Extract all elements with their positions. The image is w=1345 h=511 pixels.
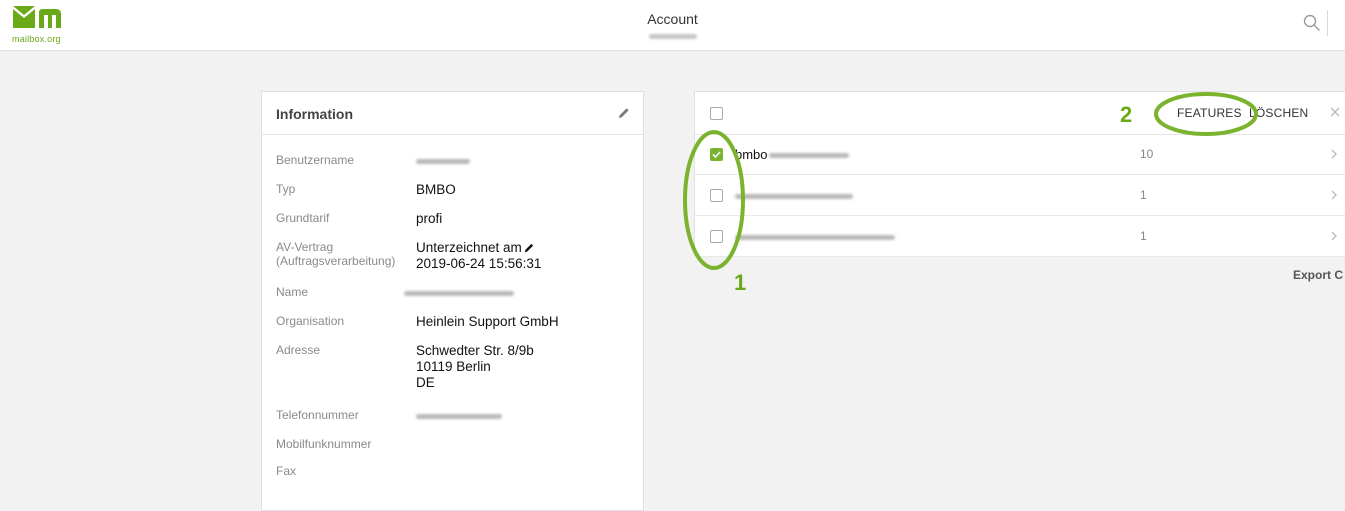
annotation-ellipse-features	[1154, 92, 1258, 136]
annotation-number-1: 1	[734, 270, 747, 295]
annotation-number-2: 2	[1120, 102, 1133, 127]
annotation-ellipse-checkboxes	[683, 130, 745, 270]
annotation-overlay	[683, 92, 1258, 270]
